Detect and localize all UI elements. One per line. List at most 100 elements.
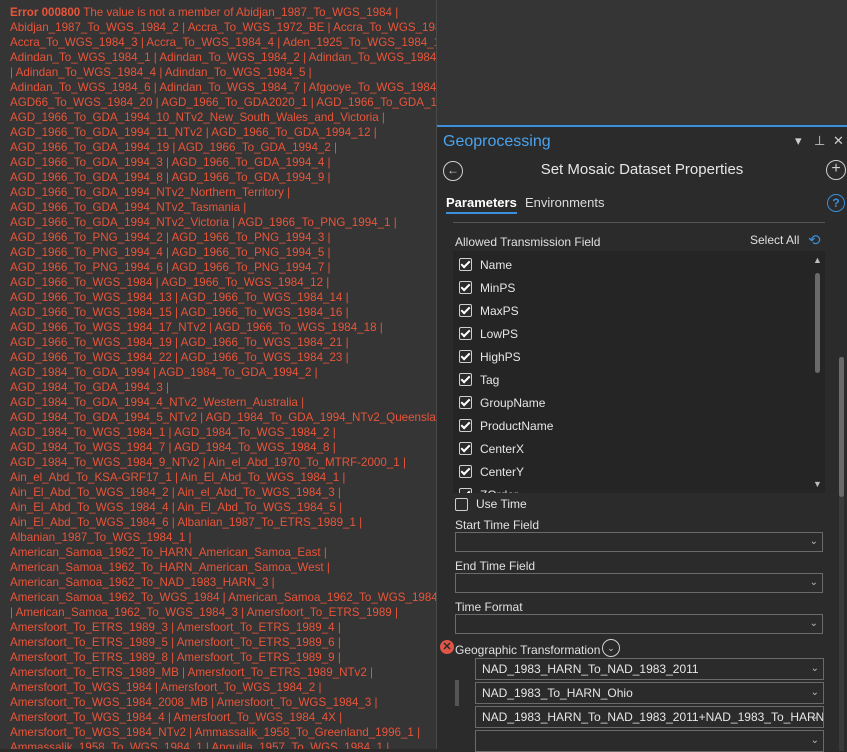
scroll-up-icon[interactable]: ▲ xyxy=(813,255,822,265)
checkbox[interactable] xyxy=(455,497,468,511)
reset-icon[interactable]: ⟲ xyxy=(808,231,821,249)
tab-environments[interactable]: Environments xyxy=(525,195,604,210)
error-line: Adindan_To_WGS_1984_1 | Adindan_To_WGS_1… xyxy=(10,51,437,64)
chevron-down-icon[interactable]: ⌄ xyxy=(602,639,620,657)
start-time-dropdown[interactable]: ⌄ xyxy=(455,532,823,552)
chevron-down-icon: ⌄ xyxy=(809,536,818,547)
scroll-down-icon[interactable]: ▼ xyxy=(813,479,822,489)
field-item[interactable]: LowPS xyxy=(459,322,518,345)
error-line: AGD_1966_To_WGS_1984_13 | AGD_1966_To_WG… xyxy=(10,291,349,304)
pane-options-icon[interactable]: ▾ xyxy=(795,133,802,149)
list-scrollbar[interactable]: ▲ ▼ xyxy=(812,253,824,491)
field-item[interactable]: ZOrder xyxy=(459,483,518,493)
error-line: AGD_1966_To_GDA_1994_19 | AGD_1966_To_GD… xyxy=(10,141,338,154)
field-checklist[interactable]: Name MinPS MaxPS LowPS HighPS Tag GroupName Pro… xyxy=(453,251,825,493)
error-line: Amersfoort_To_WGS_1984_4 | Amersfoort_To… xyxy=(10,711,343,724)
geographic-transformation-label: Geographic Transformation xyxy=(455,643,601,657)
field-label: LowPS xyxy=(480,326,519,341)
help-icon[interactable]: ? xyxy=(827,194,845,212)
field-item[interactable]: MaxPS xyxy=(459,299,519,322)
error-icon[interactable]: ✕ xyxy=(440,640,454,654)
chevron-down-icon: ⌄ xyxy=(810,711,819,722)
field-item[interactable]: GroupName xyxy=(459,391,545,414)
tab-parameters[interactable]: Parameters xyxy=(446,195,517,214)
error-line: AGD_1984_To_GDA_1994_4_NTv2_Western_Aust… xyxy=(10,396,305,409)
field-item[interactable]: HighPS xyxy=(459,345,521,368)
dropdown-value: NAD_1983_HARN_To_NAD_1983_2011 xyxy=(482,662,699,676)
error-line: AGD_1966_To_GDA_1994_NTv2_Victoria | AGD… xyxy=(10,216,397,229)
error-line: Amersfoort_To_ETRS_1989_8 | Amersfoort_T… xyxy=(10,651,341,664)
error-line: Ain_El_Abd_To_WGS_1984_2 | Ain_el_Abd_To… xyxy=(10,486,341,499)
chevron-down-icon: ⌄ xyxy=(810,687,819,698)
error-line: AGD_1966_To_WGS_1984 | AGD_1966_To_WGS_1… xyxy=(10,276,330,289)
field-label: HighPS xyxy=(480,349,521,364)
error-line: AGD_1984_To_WGS_1984_9_NTv2 | Ain_el_Abd… xyxy=(10,456,406,469)
field-label: Name xyxy=(480,257,513,272)
field-label: GroupName xyxy=(480,395,546,410)
divider xyxy=(453,222,825,223)
plus-icon[interactable]: + xyxy=(826,160,846,180)
field-item[interactable]: ProductName xyxy=(459,414,553,437)
dropdown-value: NAD_1983_HARN_To_NAD_1983_2011+NAD_1983_… xyxy=(482,710,824,724)
error-line: AGD_1984_To_WGS_1984_1 | AGD_1984_To_WGS… xyxy=(10,426,336,439)
error-line: Ain_el_Abd_To_KSA-GRF17_1 | Ain_El_Abd_T… xyxy=(10,471,346,484)
scroll-thumb[interactable] xyxy=(815,273,820,373)
checkbox[interactable] xyxy=(459,465,472,478)
pin-icon[interactable]: ⊥ xyxy=(814,133,825,149)
error-line: AGD_1966_To_PNG_1994_6 | AGD_1966_To_PNG… xyxy=(10,261,331,274)
scroll-thumb[interactable] xyxy=(839,357,844,497)
geo-transformation-dropdown[interactable]: NAD_1983_HARN_To_NAD_1983_2011 ⌄ xyxy=(475,658,824,680)
error-line: | American_Samoa_1962_To_WGS_1984_3 | Am… xyxy=(10,606,398,619)
error-line: Accra_To_WGS_1984_3 | Accra_To_WGS_1984_… xyxy=(10,36,437,49)
error-line: Amersfoort_To_WGS_1984_2008_MB | Amersfo… xyxy=(10,696,378,709)
checkbox[interactable] xyxy=(459,442,472,455)
field-label: CenterY xyxy=(480,464,525,479)
error-line: AGD_1966_To_PNG_1994_4 | AGD_1966_To_PNG… xyxy=(10,246,331,259)
end-time-dropdown[interactable]: ⌄ xyxy=(455,573,823,593)
error-line: Albanian_1987_To_WGS_1984_1 | xyxy=(10,531,192,544)
field-item[interactable]: CenterX xyxy=(459,437,524,460)
chevron-down-icon: ⌄ xyxy=(809,618,818,629)
error-code: Error 000800 xyxy=(10,6,81,19)
checkbox[interactable] xyxy=(459,350,472,363)
error-line: Ammassalik_1958_To_WGS_1984_1 | Anguilla… xyxy=(10,741,390,749)
checkbox[interactable] xyxy=(459,396,472,409)
error-line: Error 000800 The value is not a member o… xyxy=(10,5,430,20)
error-line: AGD_1966_To_GDA_1994_10_NTv2_New_South_W… xyxy=(10,111,385,124)
field-label: ZOrder xyxy=(480,488,518,494)
pane-title: Geoprocessing xyxy=(443,133,551,150)
field-item[interactable]: Name xyxy=(459,253,512,276)
pane-scrollbar[interactable] xyxy=(839,357,844,751)
checkbox[interactable] xyxy=(459,419,472,432)
start-time-label: Start Time Field xyxy=(455,518,540,532)
error-line: AGD_1984_To_WGS_1984_7 | AGD_1984_To_WGS… xyxy=(10,441,336,454)
drag-handle[interactable] xyxy=(455,680,459,706)
field-item[interactable]: CenterY xyxy=(459,460,524,483)
checkbox[interactable] xyxy=(459,327,472,340)
geoprocessing-pane: Geoprocessing ▾ ⊥ ✕ ← Set Mosaic Dataset… xyxy=(437,125,847,752)
use-time-checkbox[interactable]: Use Time xyxy=(455,497,527,511)
checkbox[interactable] xyxy=(459,373,472,386)
error-line: American_Samoa_1962_To_NAD_1983_HARN_3 | xyxy=(10,576,275,589)
error-line: Amersfoort_To_WGS_1984_NTv2 | Ammassalik… xyxy=(10,726,421,739)
error-message: Error 000800 The value is not a member o… xyxy=(0,0,436,749)
error-line: Ain_El_Abd_To_WGS_1984_6 | Albanian_1987… xyxy=(10,516,363,529)
field-item[interactable]: Tag xyxy=(459,368,499,391)
checkbox[interactable] xyxy=(459,304,472,317)
geo-transformation-dropdown[interactable]: NAD_1983_HARN_To_NAD_1983_2011+NAD_1983_… xyxy=(475,706,824,728)
error-line: AGD_1966_To_GDA_1994_NTv2_Northern_Terri… xyxy=(10,186,291,199)
checkbox[interactable] xyxy=(459,281,472,294)
field-item[interactable]: MinPS xyxy=(459,276,515,299)
blank-area xyxy=(437,0,847,125)
field-label: MaxPS xyxy=(480,303,519,318)
chevron-down-icon: ⌄ xyxy=(810,735,819,746)
checkbox[interactable] xyxy=(459,258,472,271)
close-icon[interactable]: ✕ xyxy=(833,133,844,149)
error-line: AGD_1966_To_WGS_1984_19 | AGD_1966_To_WG… xyxy=(10,336,349,349)
checkbox[interactable] xyxy=(459,488,472,493)
error-line: Ain_El_Abd_To_WGS_1984_4 | Ain_El_Abd_To… xyxy=(10,501,343,514)
geo-transformation-dropdown[interactable]: NAD_1983_To_HARN_Ohio ⌄ xyxy=(475,682,824,704)
select-all-button[interactable]: Select All xyxy=(750,233,799,247)
error-line: Amersfoort_To_ETRS_1989_5 | Amersfoort_T… xyxy=(10,636,341,649)
time-format-dropdown[interactable]: ⌄ xyxy=(455,614,823,634)
